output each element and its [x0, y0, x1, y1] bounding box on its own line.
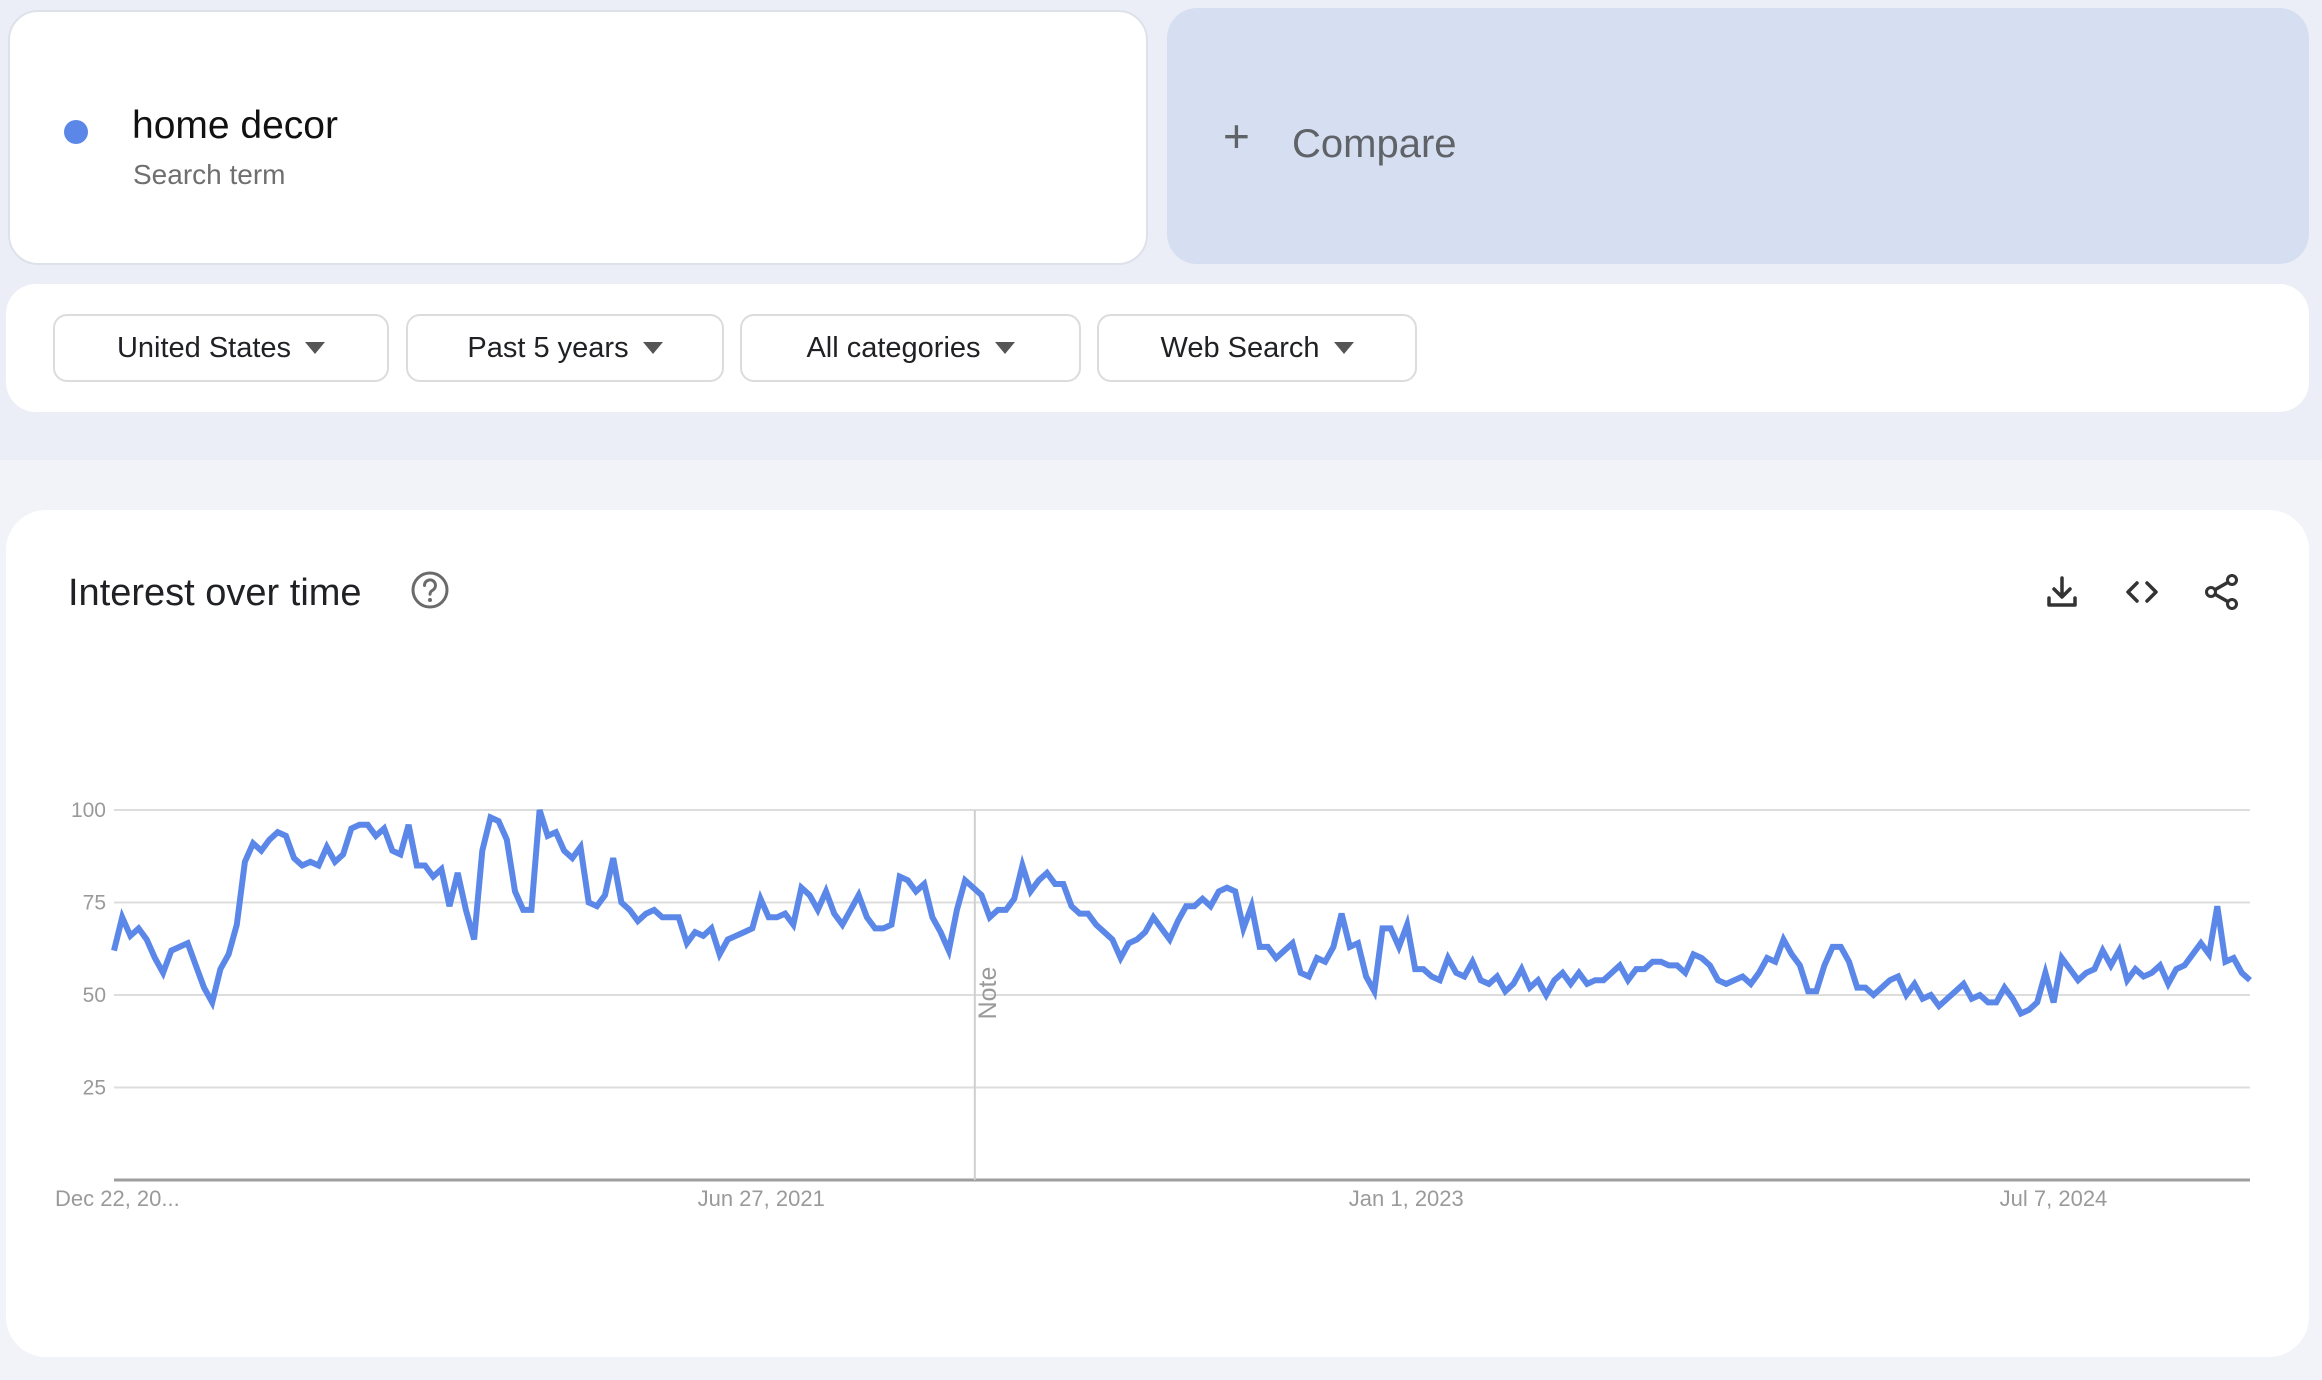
search-term-card[interactable]: home decor Search term	[8, 10, 1148, 265]
search-term-subtitle: Search term	[133, 159, 286, 190]
line-chart[interactable]: 25 50 75 100 Dec 22, 20... Jun 27, 2021 Jan 1,…	[6, 510, 2309, 1357]
interest-over-time-panel: Interest over time 25 50 75 100 Dec 22, 20..…	[6, 510, 2309, 1357]
x-tick-label: Jul 7, 2024	[2000, 1186, 2108, 1211]
filter-category-dropdown[interactable]: All categories	[740, 314, 1081, 382]
y-tick-label: 25	[83, 1077, 106, 1100]
dropdown-caret-icon	[994, 342, 1015, 354]
series-color-dot	[64, 120, 88, 144]
search-term-name[interactable]: home decor	[132, 104, 338, 148]
filter-label: Web Search	[1160, 331, 1320, 364]
filter-search-type-dropdown[interactable]: Web Search	[1097, 314, 1417, 382]
dropdown-caret-icon	[1333, 342, 1354, 354]
filter-region-dropdown[interactable]: United States	[53, 314, 389, 382]
y-tick-label: 50	[83, 984, 106, 1007]
y-tick-label: 75	[83, 892, 106, 915]
compare-button[interactable]: + Compare	[1167, 8, 2309, 264]
filter-label: United States	[116, 331, 292, 364]
series-line-home-decor[interactable]	[111, 809, 2253, 1018]
filter-label: Past 5 years	[467, 331, 629, 364]
x-tick-label: Dec 22, 20...	[55, 1186, 180, 1211]
x-tick-label: Jan 1, 2023	[1349, 1186, 1464, 1211]
note-annotation[interactable]: Note	[974, 967, 1002, 1020]
dropdown-caret-icon	[642, 342, 663, 354]
x-tick-label: Jun 27, 2021	[698, 1186, 825, 1211]
plus-icon: +	[1223, 110, 1250, 162]
filter-bar: United States Past 5 years All categorie…	[6, 284, 2309, 412]
y-tick-label: 100	[71, 799, 106, 822]
compare-label: Compare	[1292, 122, 1457, 166]
filter-label: All categories	[806, 331, 981, 364]
dropdown-caret-icon	[305, 342, 326, 354]
filter-time-range-dropdown[interactable]: Past 5 years	[406, 314, 724, 382]
